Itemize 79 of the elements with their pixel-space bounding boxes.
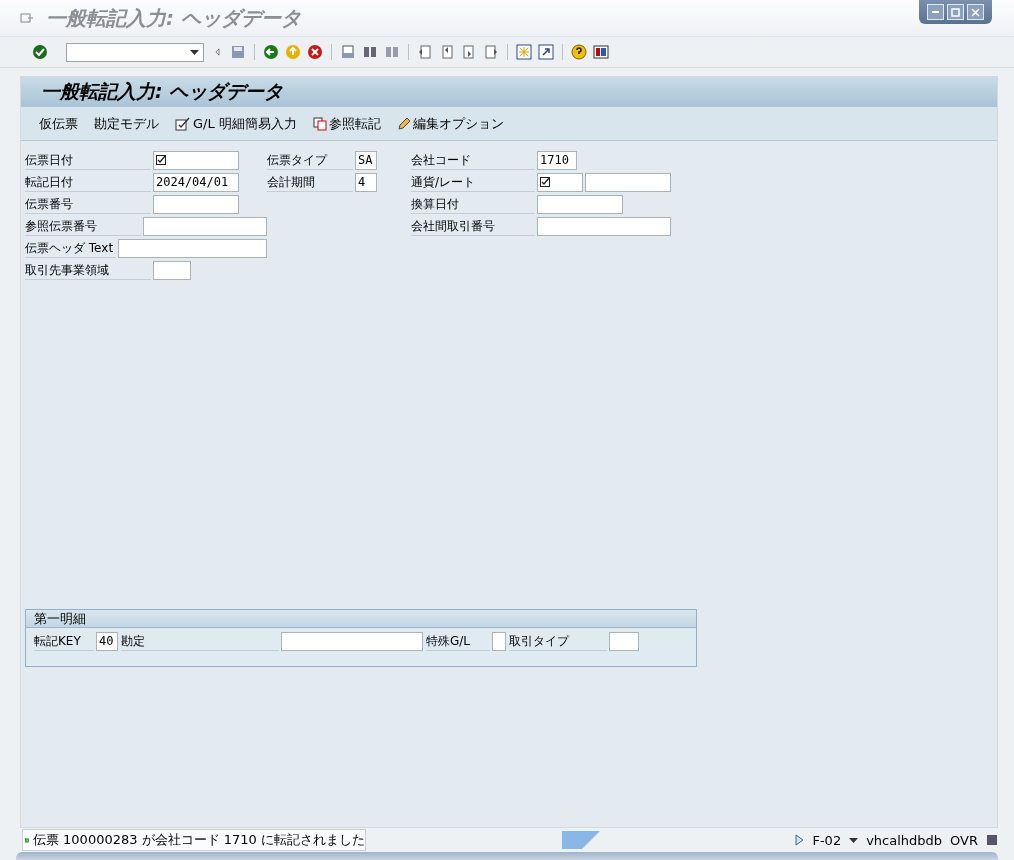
input-field[interactable]: 40 <box>96 631 118 651</box>
input-field[interactable] <box>143 216 267 236</box>
field-label: 会社間取引番号 <box>411 216 535 236</box>
exit-icon[interactable] <box>285 44 301 60</box>
input-field[interactable] <box>153 260 191 280</box>
last-page-icon[interactable] <box>483 44 499 60</box>
transaction-code: F-02 <box>812 832 842 848</box>
input-field[interactable] <box>609 631 639 651</box>
help-icon[interactable] <box>571 44 587 60</box>
copy-icon <box>312 116 327 131</box>
input-field[interactable] <box>537 216 671 236</box>
field-label: 勘定 <box>121 631 279 651</box>
first-page-icon[interactable] <box>417 44 433 60</box>
menu-icon[interactable] <box>20 12 34 24</box>
dropdown-icon[interactable] <box>849 837 859 843</box>
group-title: 第一明細 <box>34 609 86 628</box>
field-label: 通貨/レート <box>411 172 535 192</box>
expand-icon[interactable] <box>795 834 805 846</box>
field-label: 取引先事業領域 <box>25 260 151 280</box>
status-icon <box>986 834 998 846</box>
new-session-icon[interactable] <box>516 44 532 60</box>
field-label: 会計期間 <box>267 172 353 192</box>
field-label: 取引タイプ <box>509 631 607 651</box>
input-field[interactable] <box>153 150 239 170</box>
back-icon[interactable] <box>263 44 279 60</box>
minimize-button[interactable] <box>927 4 944 20</box>
dropdown-icon[interactable] <box>190 49 199 55</box>
find-next-icon[interactable] <box>384 44 400 60</box>
input-field[interactable] <box>281 631 423 651</box>
close-button[interactable] <box>967 4 984 20</box>
field-label: 会社コード <box>411 150 535 170</box>
pencil-icon <box>396 116 411 131</box>
window-title: 一般転記入力: ヘッダデータ <box>46 4 301 32</box>
field-label: 換算日付 <box>411 194 535 214</box>
previous-page-icon[interactable] <box>439 44 455 60</box>
save-icon[interactable] <box>230 44 246 60</box>
field-label: 伝票番号 <box>25 194 151 214</box>
message-text: 伝票 100000283 が会社コード 1710 に転記されました <box>32 831 365 849</box>
maximize-icon <box>951 7 960 17</box>
enter-icon[interactable] <box>32 44 48 60</box>
field-label: 転記KEY <box>34 631 94 651</box>
input-field[interactable]: 4 <box>355 172 377 192</box>
field-label: 伝票ヘッダ Text <box>25 238 116 258</box>
toolbar-button[interactable]: 参照転記 <box>312 114 381 133</box>
toolbar-button[interactable]: 仮伝票 <box>39 114 78 133</box>
input-field[interactable]: 2024/04/01 <box>153 172 239 192</box>
next-page-icon[interactable] <box>461 44 477 60</box>
print-icon[interactable] <box>340 44 356 60</box>
field-label: 伝票日付 <box>25 150 151 170</box>
layout-icon[interactable] <box>593 44 609 60</box>
required-entry-icon <box>156 154 167 166</box>
input-field[interactable]: SA <box>355 150 377 170</box>
input-field[interactable] <box>492 631 506 651</box>
shortcut-icon[interactable] <box>538 44 554 60</box>
document-edit-icon <box>175 116 191 131</box>
input-field[interactable] <box>585 172 671 192</box>
input-field[interactable] <box>153 194 239 214</box>
command-field[interactable] <box>66 42 204 62</box>
minimize-icon <box>932 11 939 13</box>
maximize-button[interactable] <box>947 4 964 20</box>
input-field[interactable]: 1710 <box>537 150 577 170</box>
input-mode: OVR <box>950 832 978 848</box>
toolbar-button[interactable]: 編集オプション <box>396 114 504 133</box>
input-field[interactable] <box>117 238 267 258</box>
cancel-icon[interactable] <box>307 44 323 60</box>
close-icon <box>971 7 980 17</box>
toolbar-button[interactable]: 勘定モデル <box>94 114 159 133</box>
required-entry-icon <box>540 176 551 188</box>
input-field[interactable] <box>537 172 583 192</box>
screen-title: 一般転記入力: ヘッダデータ <box>41 79 284 104</box>
field-label: 伝票タイプ <box>267 150 353 170</box>
input-field[interactable] <box>537 194 623 214</box>
toolbar-button[interactable]: G/L 明細簡易入力 <box>175 114 297 133</box>
logo-drawing <box>561 831 600 849</box>
find-icon[interactable] <box>362 44 378 60</box>
field-label: 特殊G/L <box>426 631 490 651</box>
field-label: 転記日付 <box>25 172 151 192</box>
server-name: vhcalhdbdb <box>866 832 943 848</box>
field-label: 参照伝票番号 <box>25 216 142 236</box>
